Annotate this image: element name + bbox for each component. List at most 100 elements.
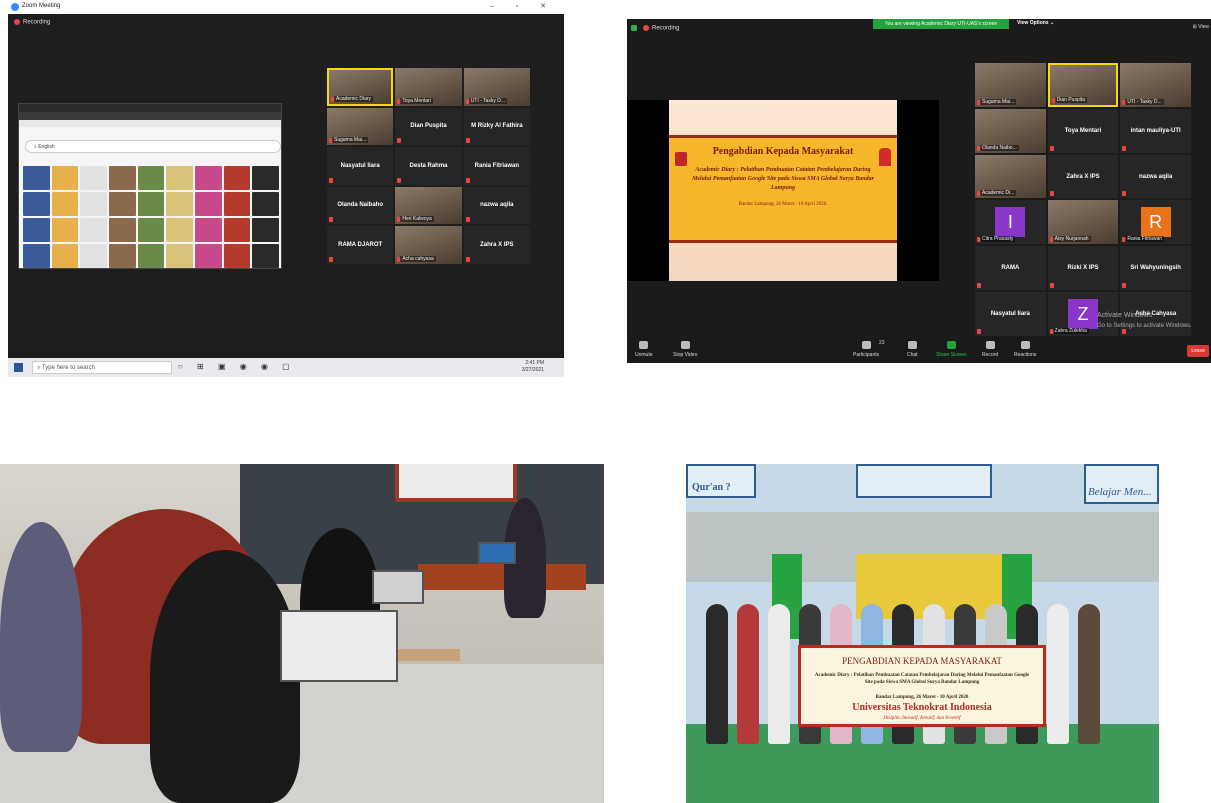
image-thumbnail[interactable] [137, 192, 165, 216]
participant-tile[interactable]: I Citra Prasasty [975, 200, 1046, 245]
image-thumbnail[interactable] [80, 244, 107, 268]
participant-tile[interactable]: Sri Wahyuningsih [1120, 246, 1191, 291]
participant-tile[interactable]: nazwa aqila [463, 186, 530, 224]
person-figure [768, 604, 790, 744]
participant-tile[interactable]: Dian Puspita [1047, 63, 1119, 107]
image-thumbnail[interactable] [252, 192, 279, 216]
participant-tile[interactable]: intan mauliya-UTI [1120, 108, 1191, 153]
image-thumbnail[interactable] [223, 166, 251, 190]
image-thumbnail[interactable] [108, 244, 136, 268]
image-thumbnail[interactable] [108, 218, 136, 242]
image-thumbnail[interactable] [80, 166, 107, 190]
taskbar-search-input[interactable]: ⌕ Type here to search [32, 361, 172, 374]
participant-tile[interactable]: Olanda Naibo... [975, 108, 1046, 153]
image-thumbnail[interactable] [137, 244, 165, 268]
participant-tile[interactable]: Toya Mentari [1047, 108, 1119, 153]
image-thumbnail[interactable] [223, 244, 251, 268]
participant-tile[interactable]: Desta Rahma [395, 147, 462, 185]
person-figure [706, 604, 728, 744]
image-thumbnail[interactable] [51, 166, 79, 190]
image-thumbnail[interactable] [223, 218, 251, 242]
participant-name: Dian Puspita [1054, 96, 1088, 103]
image-thumbnail[interactable] [23, 218, 50, 242]
stop-video-button[interactable]: Stop Video [673, 341, 697, 358]
image-thumbnail[interactable] [194, 218, 222, 242]
image-thumbnail[interactable] [80, 218, 107, 242]
windows-start-icon[interactable] [14, 363, 23, 372]
participant-tile[interactable]: Heri Kalwoya [395, 186, 462, 224]
participant-tile[interactable]: Sugama Mai... [327, 107, 394, 145]
participant-name: Zahra Zulekha [1052, 327, 1089, 334]
participant-tile[interactable]: Rania Fitriawan [463, 147, 530, 185]
participant-tile[interactable]: nazwa aqila [1120, 154, 1191, 199]
participant-tile[interactable]: Aisy Nurjannah [1047, 200, 1119, 245]
image-thumbnail[interactable] [252, 166, 279, 190]
record-button[interactable]: Record [982, 341, 998, 358]
window-controls[interactable]: – ▫ ✕ [490, 2, 556, 10]
participant-tile[interactable]: R Rania Fitriawan [1120, 200, 1191, 245]
chat-button[interactable]: Chat [907, 341, 918, 358]
view-options-button[interactable]: View Options ⌄ [1017, 20, 1054, 26]
image-thumbnail[interactable] [194, 244, 222, 268]
taskbar-clock[interactable]: 2:41 PM 3/27/2021 [522, 360, 544, 374]
participant-tile[interactable]: Nasyatul Iiara [327, 147, 394, 185]
participant-tile[interactable]: RAMA DJAROT [327, 226, 394, 264]
image-thumbnail[interactable] [223, 192, 251, 216]
participant-tile[interactable]: UTI - Tasky D... [463, 68, 530, 106]
microphone-muted-icon [1049, 283, 1054, 289]
image-thumbnail[interactable] [23, 244, 50, 268]
participant-tile[interactable]: RAMA [975, 246, 1046, 291]
participant-tile[interactable]: Academic Di... [975, 154, 1046, 199]
record-dot-icon [643, 25, 649, 31]
view-button[interactable]: ⊞ View [1193, 24, 1209, 30]
share-screen-button[interactable]: Share Screen [936, 341, 967, 358]
image-thumbnail[interactable] [166, 166, 193, 190]
browser-tabs[interactable] [19, 104, 281, 112]
image-thumbnail[interactable] [80, 192, 107, 216]
window-titlebar: Zoom Meeting – ▫ ✕ [8, 0, 564, 14]
image-thumbnail[interactable] [252, 244, 279, 268]
image-search-input[interactable]: ⌕ English [25, 140, 281, 153]
participants-button[interactable]: Participants [853, 341, 879, 358]
slide-title: Pengabdian Kepada Masyarakat [712, 146, 854, 157]
participant-tile[interactable]: Dian Puspita [395, 107, 462, 145]
participant-tile[interactable]: Olanda Naibaho [327, 186, 394, 224]
participant-tile[interactable]: M Rizky Al Fathira [463, 107, 530, 145]
shared-browser-window: ⌕ English [18, 103, 282, 269]
image-thumbnail[interactable] [51, 192, 79, 216]
image-thumbnail[interactable] [137, 166, 165, 190]
participant-tile[interactable]: Acha cahyasa [395, 226, 462, 264]
unmute-button[interactable]: Unmute [635, 341, 653, 358]
image-thumbnail[interactable] [23, 192, 50, 216]
image-thumbnail[interactable] [194, 192, 222, 216]
banner-university: Universitas Teknokrat Indonesia [852, 702, 992, 713]
image-thumbnail[interactable] [137, 218, 165, 242]
participant-name: Dian Puspita [410, 123, 447, 130]
taskbar-apps[interactable]: ○ ⊞ ▣ ◉ ◉ ▢ [178, 362, 296, 371]
participant-tile[interactable]: Sugama Mai... [975, 63, 1046, 107]
participant-tile[interactable]: Academic Diary [327, 68, 394, 106]
participant-tile[interactable]: Toya Mentari [395, 68, 462, 106]
image-thumbnail[interactable] [23, 166, 50, 190]
image-thumbnail[interactable] [108, 192, 136, 216]
image-thumbnail[interactable] [166, 192, 193, 216]
image-thumbnail[interactable] [166, 218, 193, 242]
reactions-button[interactable]: Reactions [1014, 341, 1036, 358]
image-thumbnail[interactable] [252, 218, 279, 242]
image-results-grid[interactable] [23, 166, 279, 268]
leave-button[interactable]: Leave [1187, 345, 1209, 357]
slide-band: Pengabdian Kepada Masyarakat Academic Di… [669, 135, 897, 243]
participant-tile[interactable]: Zahra X IPS [463, 226, 530, 264]
participant-tile[interactable]: Rizki X IPS [1047, 246, 1119, 291]
image-thumbnail[interactable] [108, 166, 136, 190]
image-thumbnail[interactable] [51, 218, 79, 242]
participant-tile[interactable]: Nasyatul Iiara [975, 292, 1046, 336]
bookmarks-bar[interactable] [19, 120, 281, 127]
browser-address-bar[interactable] [19, 112, 281, 120]
image-thumbnail[interactable] [166, 244, 193, 268]
image-thumbnail[interactable] [194, 166, 222, 190]
participant-tile[interactable]: UTI - Tasky D... [1120, 63, 1191, 107]
wall-sign-text: Qur'an ? [692, 482, 731, 493]
participant-tile[interactable]: Zahra X IPS [1047, 154, 1119, 199]
image-thumbnail[interactable] [51, 244, 79, 268]
